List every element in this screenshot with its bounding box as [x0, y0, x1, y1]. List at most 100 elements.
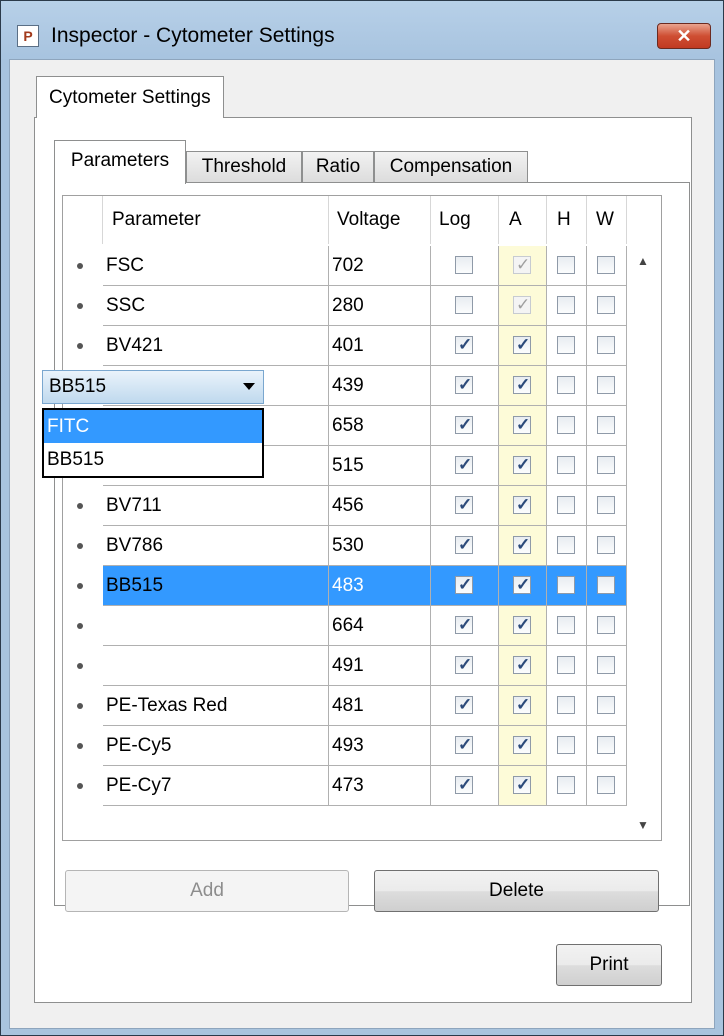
- cell-parameter[interactable]: PE-Cy7: [103, 766, 329, 806]
- checkbox-w[interactable]: [597, 656, 615, 674]
- cell-voltage[interactable]: 491: [329, 646, 431, 686]
- checkbox-log[interactable]: [455, 454, 473, 476]
- cell-voltage[interactable]: 658: [329, 406, 431, 446]
- checkbox-a[interactable]: [513, 654, 531, 676]
- table-row[interactable]: PE-Cy5 493: [63, 726, 627, 766]
- scroll-up-icon[interactable]: ▲: [637, 254, 649, 268]
- tab-threshold[interactable]: Threshold: [186, 151, 302, 183]
- close-button[interactable]: ✕: [657, 23, 711, 49]
- checkbox-a[interactable]: [513, 334, 531, 356]
- cell-voltage[interactable]: 664: [329, 606, 431, 646]
- cell-voltage[interactable]: 493: [329, 726, 431, 766]
- cell-parameter[interactable]: PE-Cy5: [103, 726, 329, 766]
- checkbox-w[interactable]: [597, 456, 615, 474]
- checkbox-a[interactable]: [513, 534, 531, 556]
- delete-button[interactable]: Delete: [374, 870, 659, 912]
- cell-parameter[interactable]: BB515: [103, 566, 329, 606]
- checkbox-h[interactable]: [557, 576, 575, 594]
- checkbox-log[interactable]: [455, 334, 473, 356]
- checkbox-a[interactable]: [513, 774, 531, 796]
- print-button[interactable]: Print: [556, 944, 662, 986]
- checkbox-h[interactable]: [557, 296, 575, 314]
- column-header-w[interactable]: W: [587, 196, 627, 244]
- table-row[interactable]: 491: [63, 646, 627, 686]
- checkbox-log[interactable]: [455, 574, 473, 596]
- cell-voltage[interactable]: 702: [329, 246, 431, 286]
- cell-parameter[interactable]: BV711: [103, 486, 329, 526]
- cell-parameter[interactable]: [103, 646, 329, 686]
- table-row[interactable]: BV711 456: [63, 486, 627, 526]
- cell-voltage[interactable]: 280: [329, 286, 431, 326]
- checkbox-log[interactable]: [455, 494, 473, 516]
- checkbox-h[interactable]: [557, 336, 575, 354]
- checkbox-h[interactable]: [557, 696, 575, 714]
- cell-parameter[interactable]: [103, 606, 329, 646]
- column-header-a[interactable]: A: [499, 196, 547, 244]
- checkbox-h[interactable]: [557, 616, 575, 634]
- cell-voltage[interactable]: 483: [329, 566, 431, 606]
- checkbox-w[interactable]: [597, 616, 615, 634]
- checkbox-w[interactable]: [597, 696, 615, 714]
- checkbox-log[interactable]: [455, 296, 473, 314]
- checkbox-a[interactable]: [513, 734, 531, 756]
- cell-voltage[interactable]: 439: [329, 366, 431, 406]
- checkbox-log[interactable]: [455, 694, 473, 716]
- checkbox-log[interactable]: [455, 654, 473, 676]
- checkbox-h[interactable]: [557, 776, 575, 794]
- checkbox-log[interactable]: [455, 734, 473, 756]
- scroll-down-icon[interactable]: ▼: [637, 818, 649, 832]
- checkbox-a[interactable]: [513, 574, 531, 596]
- column-header-parameter[interactable]: Parameter: [103, 196, 329, 244]
- cell-parameter[interactable]: BV421: [103, 326, 329, 366]
- checkbox-a[interactable]: [513, 254, 531, 276]
- checkbox-log[interactable]: [455, 256, 473, 274]
- checkbox-h[interactable]: [557, 456, 575, 474]
- dropdown-option-bb515[interactable]: BB515: [44, 443, 262, 476]
- table-row[interactable]: BV786 530: [63, 526, 627, 566]
- checkbox-w[interactable]: [597, 416, 615, 434]
- checkbox-w[interactable]: [597, 576, 615, 594]
- checkbox-h[interactable]: [557, 496, 575, 514]
- checkbox-w[interactable]: [597, 376, 615, 394]
- column-header-voltage[interactable]: Voltage: [329, 196, 431, 244]
- checkbox-h[interactable]: [557, 376, 575, 394]
- cell-parameter[interactable]: FSC: [103, 246, 329, 286]
- checkbox-a[interactable]: [513, 694, 531, 716]
- cell-voltage[interactable]: 473: [329, 766, 431, 806]
- add-button[interactable]: Add: [65, 870, 349, 912]
- checkbox-log[interactable]: [455, 774, 473, 796]
- cell-voltage[interactable]: 456: [329, 486, 431, 526]
- table-row[interactable]: PE-Texas Red 481: [63, 686, 627, 726]
- checkbox-w[interactable]: [597, 776, 615, 794]
- checkbox-w[interactable]: [597, 296, 615, 314]
- chevron-down-icon[interactable]: [243, 383, 255, 390]
- checkbox-log[interactable]: [455, 374, 473, 396]
- tab-cytometer-settings[interactable]: Cytometer Settings: [36, 76, 224, 118]
- checkbox-w[interactable]: [597, 256, 615, 274]
- cell-voltage[interactable]: 401: [329, 326, 431, 366]
- tab-ratio[interactable]: Ratio: [302, 151, 374, 183]
- checkbox-a[interactable]: [513, 614, 531, 636]
- table-row[interactable]: BV421 401: [63, 326, 627, 366]
- table-row[interactable]: 664: [63, 606, 627, 646]
- cell-parameter[interactable]: SSC: [103, 286, 329, 326]
- checkbox-w[interactable]: [597, 336, 615, 354]
- checkbox-h[interactable]: [557, 656, 575, 674]
- tab-compensation[interactable]: Compensation: [374, 151, 528, 183]
- table-row[interactable]: SSC 280: [63, 286, 627, 326]
- checkbox-h[interactable]: [557, 416, 575, 434]
- checkbox-a[interactable]: [513, 294, 531, 316]
- checkbox-a[interactable]: [513, 414, 531, 436]
- checkbox-a[interactable]: [513, 454, 531, 476]
- checkbox-a[interactable]: [513, 374, 531, 396]
- table-row[interactable]: PE-Cy7 473: [63, 766, 627, 806]
- checkbox-w[interactable]: [597, 536, 615, 554]
- column-header-log[interactable]: Log: [431, 196, 499, 244]
- checkbox-log[interactable]: [455, 614, 473, 636]
- checkbox-w[interactable]: [597, 496, 615, 514]
- table-row[interactable]: FSC 702: [63, 246, 627, 286]
- cell-voltage[interactable]: 530: [329, 526, 431, 566]
- checkbox-a[interactable]: [513, 494, 531, 516]
- checkbox-log[interactable]: [455, 414, 473, 436]
- cell-voltage[interactable]: 515: [329, 446, 431, 486]
